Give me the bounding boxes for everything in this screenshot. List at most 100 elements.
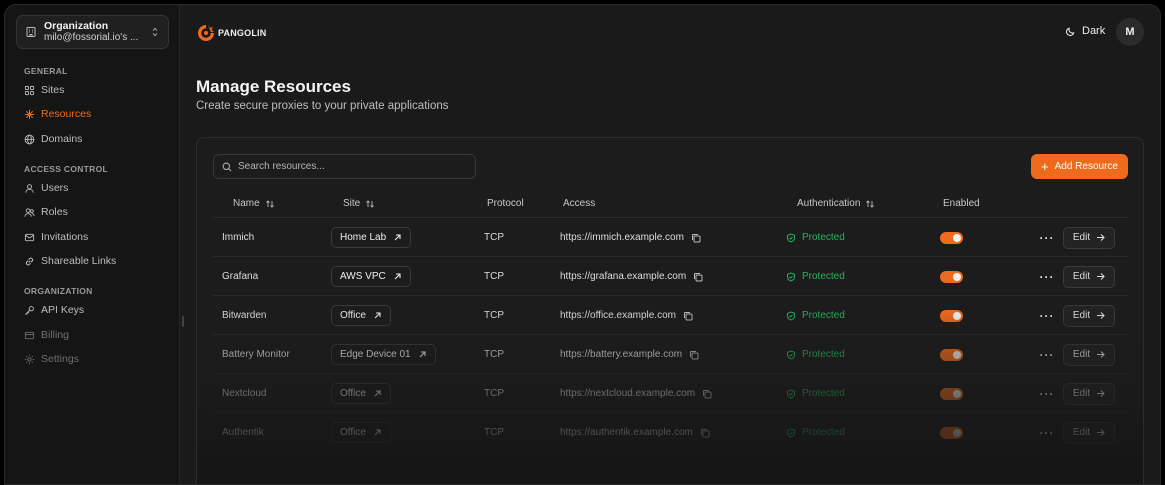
column-header-site[interactable]: Site	[343, 198, 375, 209]
brand-logo[interactable]: PANGOLIN	[196, 23, 266, 43]
edit-button[interactable]: Edit	[1063, 343, 1115, 366]
site-label: Office	[340, 388, 366, 399]
add-resource-button[interactable]: + Add Resource	[1031, 154, 1128, 179]
sidebar-item-api-keys[interactable]: API Keys	[24, 304, 84, 316]
more-actions-icon[interactable]: ···	[1038, 309, 1056, 323]
edit-label: Edit	[1072, 271, 1091, 282]
search-box[interactable]	[213, 154, 476, 179]
mail-icon	[24, 233, 35, 241]
org-switcher[interactable]: Organization milo@fossorial.io's ...	[16, 15, 169, 49]
resource-name: Authentik	[222, 427, 264, 438]
access-url: https://authentik.example.com	[560, 427, 693, 438]
more-actions-icon[interactable]: ···	[1038, 387, 1056, 401]
card-icon	[24, 331, 35, 339]
page-title: Manage Resources	[196, 77, 351, 96]
auth-status: Protected	[802, 388, 845, 399]
sidebar-item-roles[interactable]: Roles	[24, 206, 68, 218]
app-window: Organization milo@fossorial.io's ... GEN…	[4, 4, 1161, 485]
arrow-right-icon	[1097, 312, 1105, 319]
access-url: https://battery.example.com	[560, 349, 683, 360]
column-header-authentication[interactable]: Authentication	[797, 198, 875, 209]
protocol: TCP	[484, 388, 504, 399]
sort-icon	[866, 199, 875, 208]
edit-button[interactable]: Edit	[1063, 421, 1115, 444]
more-actions-icon[interactable]: ···	[1038, 270, 1056, 284]
site-link[interactable]: Office	[331, 305, 391, 326]
site-link[interactable]: Home Lab	[331, 227, 412, 248]
enabled-toggle[interactable]	[940, 270, 963, 283]
org-title: Organization	[44, 20, 109, 32]
resources-icon	[24, 109, 35, 119]
sidebar-item-label: Invitations	[41, 231, 89, 243]
theme-toggle-button[interactable]: Dark	[1065, 25, 1105, 37]
site-label: Office	[340, 427, 366, 438]
enabled-toggle[interactable]	[940, 426, 963, 439]
sidebar-item-billing[interactable]: Billing	[24, 329, 69, 341]
site-link[interactable]: Edge Device 01	[331, 344, 436, 365]
edit-button[interactable]: Edit	[1063, 304, 1115, 327]
resource-name: Nextcloud	[222, 388, 267, 399]
building-icon	[26, 27, 36, 37]
copy-icon[interactable]	[702, 389, 712, 399]
sidebar-item-domains[interactable]: Domains	[24, 133, 82, 145]
column-label: Enabled	[943, 198, 980, 209]
protocol: TCP	[484, 271, 504, 282]
sidebar-item-label: Sites	[41, 84, 65, 96]
site-link[interactable]: AWS VPC	[331, 266, 411, 287]
avatar[interactable]: M	[1116, 18, 1144, 46]
section-general: GENERAL	[24, 66, 68, 76]
copy-icon[interactable]	[700, 428, 710, 438]
edit-label: Edit	[1072, 427, 1091, 438]
edit-button[interactable]: Edit	[1063, 226, 1115, 249]
pangolin-logo-icon	[198, 25, 214, 41]
copy-icon[interactable]	[683, 311, 693, 321]
edit-button[interactable]: Edit	[1063, 382, 1115, 405]
external-arrow-icon	[419, 351, 426, 358]
sidebar-item-label: Users	[41, 182, 69, 194]
arrow-right-icon	[1097, 273, 1105, 280]
access-url: https://grafana.example.com	[560, 271, 687, 282]
access-url: https://nextcloud.example.com	[560, 388, 696, 399]
more-actions-icon[interactable]: ···	[1038, 231, 1056, 245]
column-header-name[interactable]: Name	[233, 198, 275, 209]
resource-name: Battery Monitor	[222, 349, 290, 360]
enabled-toggle[interactable]	[940, 309, 963, 322]
sidebar-item-sites[interactable]: Sites	[24, 84, 64, 96]
sidebar-item-label: Billing	[41, 329, 70, 341]
arrow-right-icon	[1097, 351, 1105, 358]
copy-icon[interactable]	[689, 350, 699, 360]
copy-icon[interactable]	[693, 272, 703, 282]
more-actions-icon[interactable]: ···	[1038, 426, 1056, 440]
section-organization: ORGANIZATION	[24, 286, 93, 296]
column-label: Authentication	[797, 198, 861, 209]
site-label: Office	[340, 310, 366, 321]
sidebar-item-resources[interactable]: Resources	[24, 108, 91, 120]
sort-icon	[366, 199, 375, 208]
table-row: Immich Home Lab TCP https://immich.examp…	[213, 217, 1127, 256]
external-arrow-icon	[374, 429, 381, 436]
resources-card: + Add Resource Name Site Protocol Access…	[196, 137, 1144, 484]
auth-status: Protected	[802, 349, 845, 360]
users-icon	[24, 207, 35, 217]
auth-status: Protected	[802, 271, 845, 282]
site-link[interactable]: Office	[331, 383, 391, 404]
edit-label: Edit	[1072, 310, 1091, 321]
plus-icon: +	[1041, 158, 1049, 174]
main-content: PANGOLIN Dark M Manage Resources Create …	[181, 5, 1160, 484]
auth-status: Protected	[802, 310, 845, 321]
enabled-toggle[interactable]	[940, 348, 963, 361]
protocol: TCP	[484, 310, 504, 321]
more-actions-icon[interactable]: ···	[1038, 348, 1056, 362]
sidebar-item-shareable-links[interactable]: Shareable Links	[24, 255, 116, 267]
sidebar-item-users[interactable]: Users	[24, 182, 68, 194]
copy-icon[interactable]	[691, 233, 701, 243]
sidebar-item-settings[interactable]: Settings	[24, 353, 79, 365]
edit-button[interactable]: Edit	[1063, 265, 1115, 288]
sidebar-item-invitations[interactable]: Invitations	[24, 231, 88, 243]
sidebar-item-label: Domains	[41, 133, 83, 145]
enabled-toggle[interactable]	[940, 231, 963, 244]
site-link[interactable]: Office	[331, 422, 391, 443]
search-input[interactable]	[238, 161, 467, 172]
page-subtitle: Create secure proxies to your private ap…	[196, 100, 449, 112]
enabled-toggle[interactable]	[940, 387, 963, 400]
